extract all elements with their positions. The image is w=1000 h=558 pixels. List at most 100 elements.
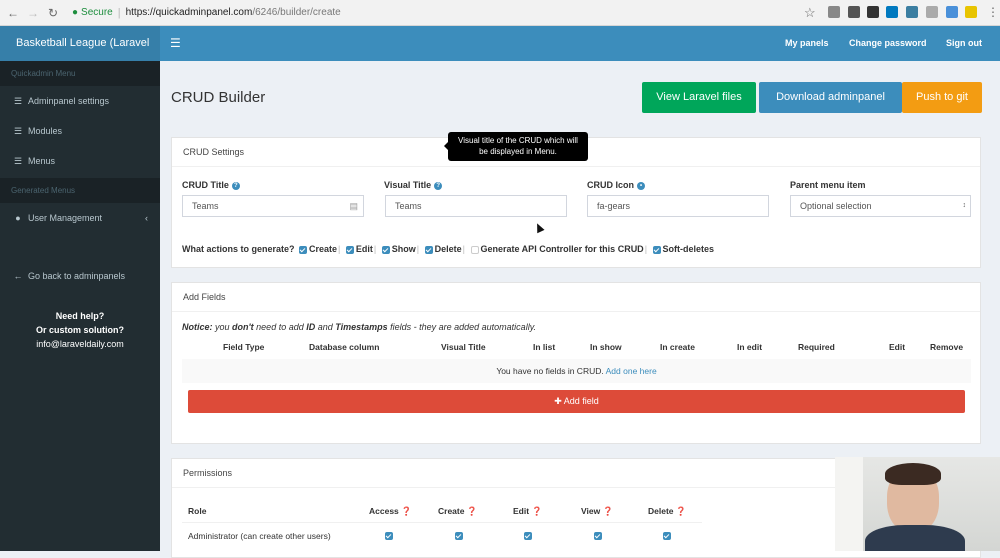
- notice-text: Notice: you don't need to add ID and Tim…: [182, 322, 536, 332]
- url-separator: |: [117, 6, 121, 19]
- back-arrow-icon[interactable]: ←: [6, 6, 20, 20]
- forward-arrow-icon[interactable]: →: [26, 6, 40, 20]
- checkbox-create[interactable]: [299, 245, 308, 254]
- column-header-text: Edit: [513, 506, 530, 516]
- notice-part: fields - they are added automatically.: [387, 322, 537, 332]
- extension-icon[interactable]: [926, 6, 938, 18]
- checkbox-create[interactable]: [455, 532, 463, 540]
- checkbox-api-controller[interactable]: [470, 245, 479, 254]
- app-logo[interactable]: Basketball League (Laravel: [0, 26, 160, 61]
- chevron-left-icon: ‹: [145, 213, 148, 223]
- empty-text: You have no fields in CRUD.: [496, 366, 604, 376]
- table-divider: [182, 522, 702, 523]
- list-icon: ☰: [13, 96, 23, 106]
- crud-icon-label-text: CRUD Icon: [587, 180, 634, 190]
- hamburger-icon[interactable]: ☰: [170, 37, 181, 49]
- address-bar[interactable]: https://quickadminpanel.com/6246/builder…: [126, 7, 341, 18]
- url-path: /6246/builder/create: [252, 7, 341, 18]
- add-one-here-link[interactable]: Add one here: [606, 366, 657, 376]
- crud-title-input[interactable]: Teams ▤: [182, 195, 364, 217]
- crud-settings-box: CRUD Settings CRUD Title? Teams ▤ Visual …: [171, 132, 981, 268]
- page-title: CRUD Builder: [171, 89, 266, 106]
- column-header: In list: [533, 342, 556, 352]
- trello-icon[interactable]: [886, 6, 898, 18]
- push-to-git-button[interactable]: Push to git: [902, 82, 982, 113]
- bookmark-star-icon[interactable]: ☆: [804, 5, 816, 21]
- url-host: https://quickadminpanel.com: [125, 7, 253, 18]
- sidebar-item-label: Adminpanel settings: [28, 96, 110, 106]
- list-icon: ☰: [13, 156, 23, 166]
- extension-icon[interactable]: [906, 6, 918, 18]
- notice-prefix: Notice:: [182, 322, 213, 332]
- sidebar-item-label: Menus: [28, 156, 56, 166]
- checkbox-show[interactable]: [381, 245, 390, 254]
- question-icon: ❓: [675, 506, 687, 516]
- column-header: Database column: [309, 342, 380, 352]
- checkbox-edit[interactable]: [524, 532, 532, 540]
- lock-icon: ●: [72, 7, 79, 18]
- column-header: View ❓: [581, 506, 613, 517]
- column-header-text: Delete: [648, 506, 674, 516]
- column-header: In create: [660, 342, 695, 352]
- id-card-icon: ▤: [349, 201, 358, 211]
- add-fields-title: Add Fields: [172, 283, 980, 312]
- question-icon: ❓: [401, 506, 412, 516]
- parent-menu-select[interactable]: Optional selection ↕: [790, 195, 971, 217]
- my-panels-link[interactable]: My panels: [785, 38, 829, 48]
- sidebar-header-generated: Generated Menus: [0, 178, 160, 203]
- sidebar-item-adminpanel-settings[interactable]: ☰ Adminpanel settings: [0, 86, 160, 116]
- column-header: Create ❓: [438, 506, 477, 517]
- checkbox-view[interactable]: [594, 532, 602, 540]
- pocket-icon[interactable]: [848, 6, 860, 18]
- checkbox-delete[interactable]: [663, 532, 671, 540]
- crud-icon-input[interactable]: fa-gears: [587, 195, 769, 217]
- question-icon[interactable]: ?: [231, 181, 240, 190]
- question-icon[interactable]: ?: [434, 181, 443, 190]
- help-line-2: Or custom solution?: [35, 325, 124, 335]
- select-arrows-icon: ↕: [962, 202, 967, 209]
- change-password-link[interactable]: Change password: [849, 38, 927, 48]
- globe-icon[interactable]: •: [637, 181, 645, 190]
- notice-part: and: [315, 322, 336, 332]
- view-laravel-files-button[interactable]: View Laravel files: [642, 82, 756, 113]
- menu-dots-icon[interactable]: ⋮: [986, 5, 1000, 19]
- add-field-button[interactable]: ✚ Add field: [188, 390, 965, 413]
- checkbox-delete[interactable]: [424, 245, 433, 254]
- column-header-text: View: [581, 506, 601, 516]
- help-email-link[interactable]: info@laraveldaily.com: [0, 337, 160, 351]
- sidebar: Quickadmin Menu ☰ Adminpanel settings ☰ Mo…: [0, 61, 160, 551]
- checkbox-access[interactable]: [385, 532, 393, 540]
- reload-icon[interactable]: ↻: [46, 6, 60, 20]
- help-block: Need help? Or custom solution? info@lara…: [0, 309, 160, 351]
- sidebar-item-menus[interactable]: ☰ Menus: [0, 146, 160, 176]
- users-icon: ●: [15, 213, 21, 223]
- buffer-icon[interactable]: [867, 6, 879, 18]
- arrow-left-icon: ←: [13, 271, 23, 281]
- column-header: Access ❓: [369, 506, 412, 517]
- crud-icon-label: CRUD Icon •: [587, 180, 645, 190]
- visual-title-label: Visual Title?: [384, 180, 443, 190]
- download-adminpanel-button[interactable]: Download adminpanel: [759, 82, 902, 113]
- sidebar-item-user-management[interactable]: ● User Management ‹: [0, 203, 160, 233]
- extension-icon[interactable]: [965, 6, 977, 18]
- question-icon: ❓: [531, 506, 543, 516]
- sidebar-item-back[interactable]: ← Go back to adminpanels: [0, 261, 160, 291]
- question-icon: ❓: [602, 506, 614, 516]
- actions-row: What actions to generate? Create| Edit| …: [182, 244, 714, 254]
- visual-title-input[interactable]: Teams: [385, 195, 567, 217]
- tooltip-line-2: be displayed in Menu.: [479, 147, 557, 156]
- sidebar-item-modules[interactable]: ☰ Modules: [0, 116, 160, 146]
- extension-icon[interactable]: [946, 6, 958, 18]
- help-line-1: Need help?: [55, 311, 105, 321]
- checkbox-edit[interactable]: [345, 245, 354, 254]
- crud-title-value: Teams: [192, 201, 219, 211]
- cast-icon[interactable]: [828, 6, 840, 18]
- checkbox-soft-deletes[interactable]: [652, 245, 661, 254]
- column-header-text: Create: [438, 506, 465, 516]
- role-name: Administrator (can create other users): [188, 531, 331, 541]
- plus-icon: ✚: [554, 396, 564, 406]
- crud-icon-value: fa-gears: [597, 201, 631, 211]
- sign-out-link[interactable]: Sign out: [946, 38, 982, 48]
- add-field-label: Add field: [563, 396, 599, 406]
- column-header: Field Type: [223, 342, 265, 352]
